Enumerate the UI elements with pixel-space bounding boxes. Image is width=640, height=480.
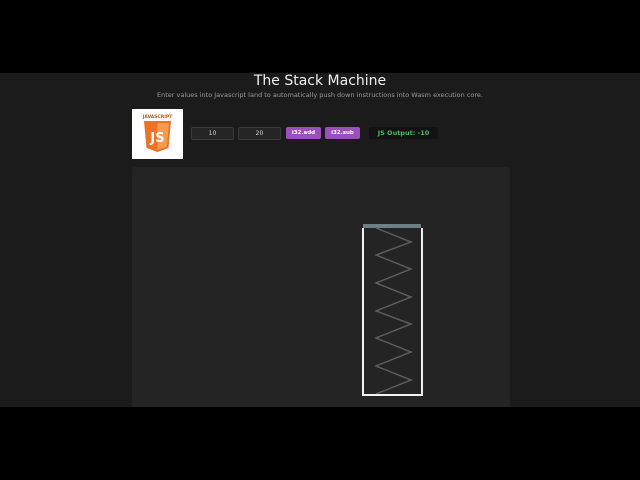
page-title: The Stack Machine (253, 73, 387, 89)
operand-a-input[interactable] (191, 127, 234, 140)
stack-plunger (363, 224, 421, 228)
logo-badge-text: JS (149, 131, 164, 146)
page-subtitle: Enter values into Javascript land to aut… (157, 91, 483, 99)
i32-add-button[interactable]: i32.add (286, 127, 321, 139)
i32-sub-button[interactable]: i32.sub (325, 127, 360, 139)
javascript-shield-icon: JS (144, 121, 171, 152)
stack-spring-drawing (362, 224, 423, 396)
logo-caption: JAVASCRIPT (142, 115, 173, 120)
js-output-display: JS Output: -10 (369, 127, 438, 139)
javascript-logo: JAVASCRIPT JS (132, 109, 183, 159)
operand-b-input[interactable] (238, 127, 281, 140)
stack-spring (373, 227, 414, 395)
stack-container (362, 228, 423, 396)
app-viewport: The Stack Machine Enter values into Java… (0, 73, 640, 407)
stack-visualization-canvas (132, 167, 510, 407)
